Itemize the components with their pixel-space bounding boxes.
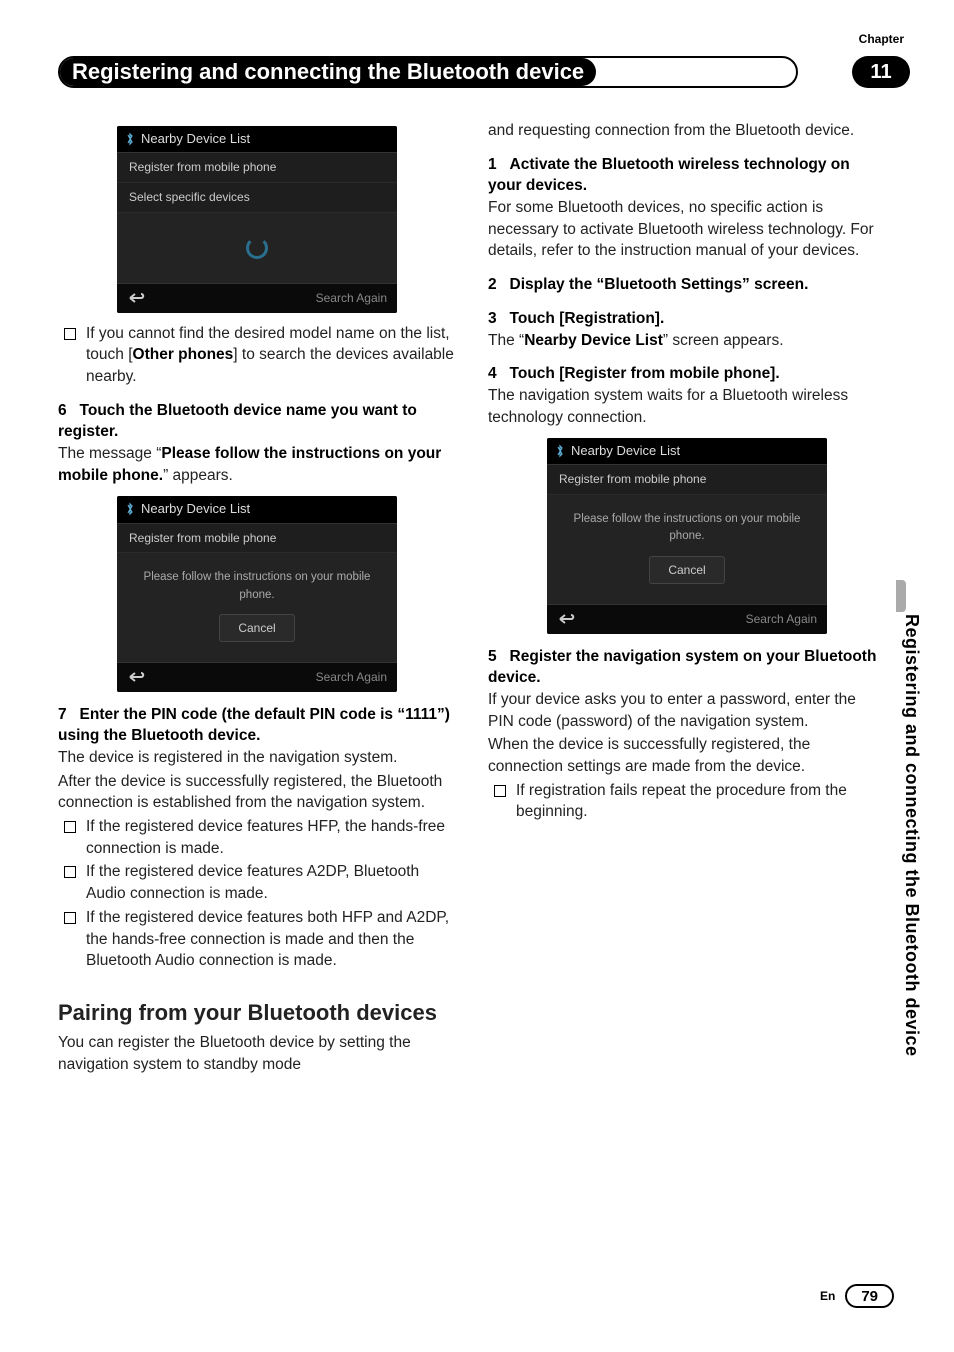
section-pairing-text: You can register the Bluetooth device by… [58,1032,456,1075]
step-3-text: The “Nearby Device List” screen appears. [488,330,886,352]
step-7-text-1: The device is registered in the navigati… [58,747,456,769]
figure-header: Nearby Device List [117,496,397,523]
cancel-button: Cancel [649,556,724,584]
right-column: and requesting connection from the Bluet… [488,120,886,1076]
page-footer: En 79 [820,1284,894,1308]
search-again-label: Search Again [316,290,387,307]
figure-title: Nearby Device List [141,130,250,148]
chapter-label: Chapter [859,32,904,46]
step-5: 5 Register the navigation system on your… [488,646,886,824]
figure-row-select: Select specific devices [117,183,397,213]
list-item: If registration fails repeat the procedu… [516,780,886,823]
step-5-text-2: When the device is successfully register… [488,734,886,777]
step-5-bullets: If registration fails repeat the procedu… [488,780,886,823]
cancel-button: Cancel [219,614,294,642]
list-item: If the registered device features HFP, t… [86,816,456,859]
step-1-text: For some Bluetooth devices, no specific … [488,197,886,262]
step-1: 1 Activate the Bluetooth wireless techno… [488,154,886,262]
bluetooth-icon [125,132,135,146]
list-item: If the registered device features A2DP, … [86,861,456,904]
step-7: 7 Enter the PIN code (the default PIN co… [58,704,456,972]
step-4-text: The navigation system waits for a Blueto… [488,385,886,428]
chapter-number-badge: 11 [852,56,910,88]
back-icon [127,670,147,684]
figure-title: Nearby Device List [571,442,680,460]
figure-nearby-device-list-2: Nearby Device List Register from mobile … [117,496,397,691]
spinner-icon [246,237,268,259]
figure-spinner-area [117,213,397,283]
step-6: 6 Touch the Bluetooth device name you wa… [58,400,456,487]
step-2: 2 Display the “Bluetooth Settings” scree… [488,274,886,296]
figure-row-register: Register from mobile phone [117,153,397,183]
figure-row-register: Register from mobile phone [547,465,827,495]
figure-header: Nearby Device List [117,126,397,153]
page-number-badge: 79 [845,1284,894,1308]
figure-header: Nearby Device List [547,438,827,465]
bluetooth-icon [125,502,135,516]
figure-nearby-device-list-1: Nearby Device List Register from mobile … [117,126,397,313]
figure-message: Please follow the instructions on your m… [547,495,827,604]
back-icon [557,612,577,626]
figure-row-register: Register from mobile phone [117,524,397,554]
step-3: 3 Touch [Registration]. The “Nearby Devi… [488,308,886,351]
note-list: If you cannot find the desired model nam… [58,323,456,388]
chapter-title: Registering and connecting the Bluetooth… [60,58,596,86]
step-7-text-2: After the device is successfully registe… [58,771,456,814]
back-icon [127,291,147,305]
search-again-label: Search Again [316,669,387,686]
step-7-bullets: If the registered device features HFP, t… [58,816,456,972]
figure-nearby-device-list-3: Nearby Device List Register from mobile … [547,438,827,633]
left-column: Nearby Device List Register from mobile … [58,120,456,1076]
figure-message: Please follow the instructions on your m… [117,553,397,662]
bluetooth-icon [555,444,565,458]
chapter-title-bar: Registering and connecting the Bluetooth… [58,56,798,88]
note-item: If you cannot find the desired model nam… [86,323,456,388]
continuation-text: and requesting connection from the Bluet… [488,120,886,142]
figure-title: Nearby Device List [141,500,250,518]
step-4: 4 Touch [Register from mobile phone]. Th… [488,363,886,428]
section-heading-pairing: Pairing from your Bluetooth devices [58,1000,456,1026]
side-tab-marker [896,580,906,612]
list-item: If the registered device features both H… [86,907,456,972]
side-tab-title: Registering and connecting the Bluetooth… [901,614,922,1057]
footer-language: En [820,1289,835,1303]
step-6-text: The message “Please follow the instructi… [58,443,456,486]
search-again-label: Search Again [746,611,817,628]
step-5-text-1: If your device asks you to enter a passw… [488,689,886,732]
